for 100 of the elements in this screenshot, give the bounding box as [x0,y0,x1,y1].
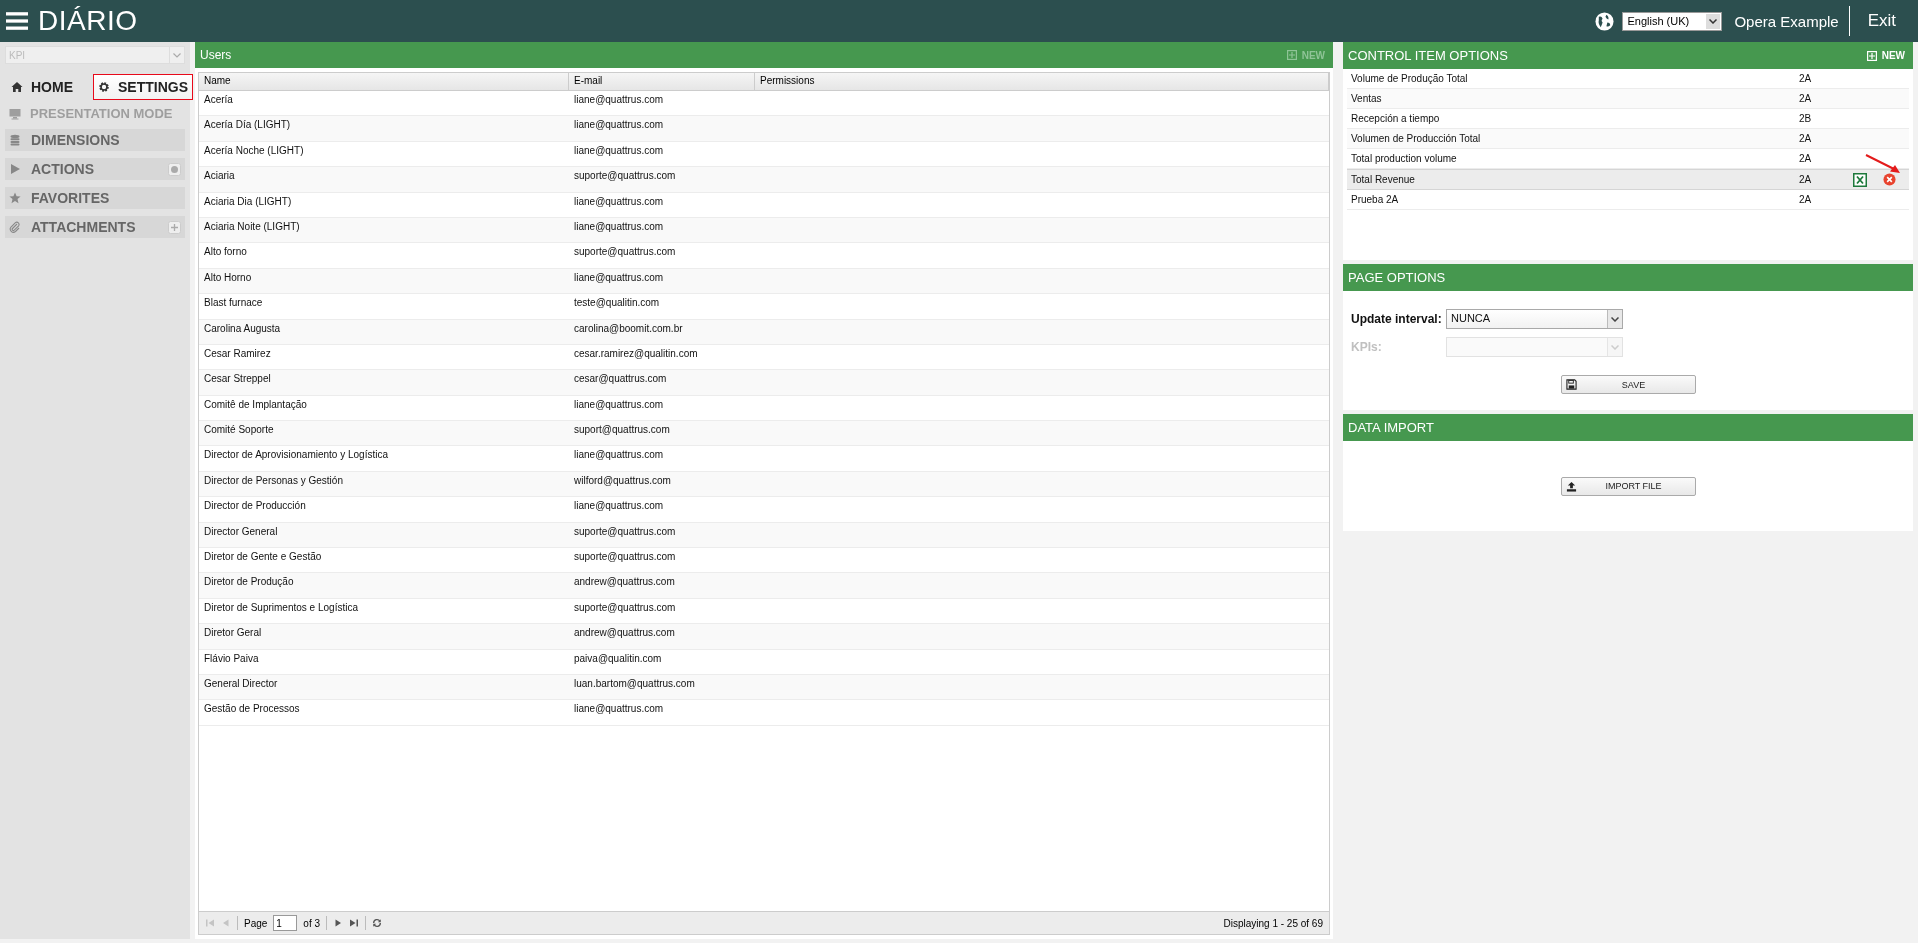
table-cell-text: Blast furnace [203,296,264,311]
item-code: 2A [1799,153,1813,164]
nav-link[interactable]: SETTINGS [93,74,193,100]
table-cell-text: luan.bartom@quattrus.com [573,677,696,691]
item-code: 2A [1799,93,1813,104]
item-code: 2A [1799,73,1813,84]
display-count: Displaying 1 - 25 of 69 [1223,917,1323,929]
table-cell-text: Comité Soporte [203,423,275,438]
column-header[interactable]: E-mail [569,73,755,90]
globe-icon[interactable] [1595,11,1615,31]
exit-link[interactable]: Exit [1867,11,1896,31]
table-cell-text: cesar.ramirez@qualitin.com [573,346,699,361]
menu-icon[interactable] [6,12,28,30]
arrow-drawing [1865,154,1901,174]
field-label: KPIs: [1351,340,1383,354]
section-label[interactable]: ACTIONS [31,161,158,177]
table-cell-text: Acería Noche (LIGHT) [203,143,305,158]
sidebar-section[interactable]: FAVORITES [5,187,185,209]
table-cell-text: Cesar Streppel [203,372,272,387]
table-cell-text: liane@quattrus.com [573,143,665,158]
panel-title: DATA IMPORT [1348,420,1435,435]
list-row[interactable]: Total Revenue 2A [1347,169,1909,190]
table-cell-text: Director de Aprovisionamiento y Logística [203,448,389,463]
table-cell-text: Cesar Ramirez [203,346,272,361]
chevron-down-icon[interactable] [1709,18,1718,24]
app-title: DIÁRIO [38,5,138,37]
dropdown-field[interactable]: NUNCA [1446,309,1623,329]
nav-link[interactable]: HOME [5,74,79,100]
column-header[interactable]: Permissions [755,73,1329,90]
table-cell-text: Acería Día (LIGHT) [203,118,292,133]
item-code: 2B [1799,113,1813,124]
refresh-icon[interactable] [372,918,383,928]
table-cell-text: teste@qualitin.com [573,296,661,311]
table-cell-text: paiva@qualitin.com [573,651,663,666]
table-cell-text: liane@quattrus.com [573,118,665,133]
table-cell-text: cesar@quattrus.com [573,372,668,387]
table-cell-text: Aciaria Dia (LIGHT) [203,194,293,209]
item-name: Ventas [1351,93,1383,104]
section-label[interactable]: DIMENSIONS [31,132,181,148]
sidebar-section[interactable]: DIMENSIONS [5,129,185,151]
page-count: of 3 [303,917,321,929]
table-cell-text: Carolina Augusta [203,321,282,336]
sidebar-section[interactable]: ACTIONS [5,158,185,180]
table-cell-text: Diretor Geral [203,626,263,641]
table-cell-text: wilford@quattrus.com [573,473,672,488]
item-name: Recepción a tiempo [1351,113,1441,124]
delete-icon[interactable] [1883,173,1896,186]
table-cell-text: liane@quattrus.com [573,270,665,285]
table-cell-text: Gestão de Processos [203,702,301,717]
new-button[interactable]: NEW [1866,50,1905,61]
table-cell-text: suporte@quattrus.com [573,524,677,539]
table-cell-text: Aciaria Noite (LIGHT) [203,219,301,234]
save-icon [1565,379,1577,390]
database-icon [9,134,21,146]
sidebar-section[interactable]: ATTACHMENTS [5,216,185,238]
home-icon [11,81,23,93]
import-file-button[interactable]: IMPORT FILE [1560,476,1696,496]
upload-icon [1565,480,1577,492]
list-row[interactable]: Ventas 2A [1347,89,1909,109]
table-cell-text: liane@quattrus.com [573,448,665,463]
save-button[interactable]: SAVE [1560,375,1696,394]
column-header[interactable]: Name [199,73,569,90]
table-cell-text: suporte@quattrus.com [573,245,677,260]
item-code: 2A [1799,174,1813,185]
table-cell-text: liane@quattrus.com [573,194,665,209]
table-cell-text: Director General [203,524,279,539]
table-cell-text: andrew@quattrus.com [573,626,676,641]
page-label: Page [244,917,268,929]
field-label: Update interval: [1351,312,1443,326]
page-field[interactable]: 1 [273,915,298,931]
star-icon [9,192,21,204]
table-cell-text: Aciaria [203,169,236,184]
table-cell-text: Director de Producción [203,499,307,514]
table-cell-text: Acería [203,93,234,107]
table-cell-text: liane@quattrus.com [573,397,665,412]
table-cell-text: Diretor de Suprimentos e Logística [203,600,359,615]
table-cell-text: Diretor de Produção [203,575,295,590]
panel-title: CONTROL ITEM OPTIONS [1348,48,1509,63]
gear-icon [98,81,110,93]
language-select[interactable]: English (UK) [1622,11,1723,31]
chevron-down-icon[interactable] [1611,316,1619,322]
list-row[interactable]: Volumen de Producción Total 2A [1347,129,1909,149]
item-name: Prueba 2A [1351,194,1400,205]
section-label[interactable]: FAVORITES [31,190,181,206]
table-cell-text: liane@quattrus.com [573,499,665,514]
table-cell-text: Comitê de Implantação [203,397,308,412]
list-row[interactable]: Prueba 2A 2A [1347,190,1909,210]
section-label[interactable]: ATTACHMENTS [31,219,158,235]
table-cell-text: suport@quattrus.com [573,423,671,438]
play-icon [9,163,21,175]
item-name: Volumen de Producción Total [1351,133,1482,144]
table-cell-text: General Director [203,677,279,691]
last-page-icon[interactable] [349,918,360,928]
table-cell-text: carolina@boomit.com.br [573,321,684,336]
table-cell-text: liane@quattrus.com [573,93,665,107]
item-name: Volume de Produção Total [1351,73,1469,84]
spreadsheet-icon[interactable] [1853,172,1867,187]
table-cell-text: suporte@quattrus.com [573,600,677,615]
user-name: Opera Example [1734,12,1839,30]
item-code: 2A [1799,194,1813,205]
